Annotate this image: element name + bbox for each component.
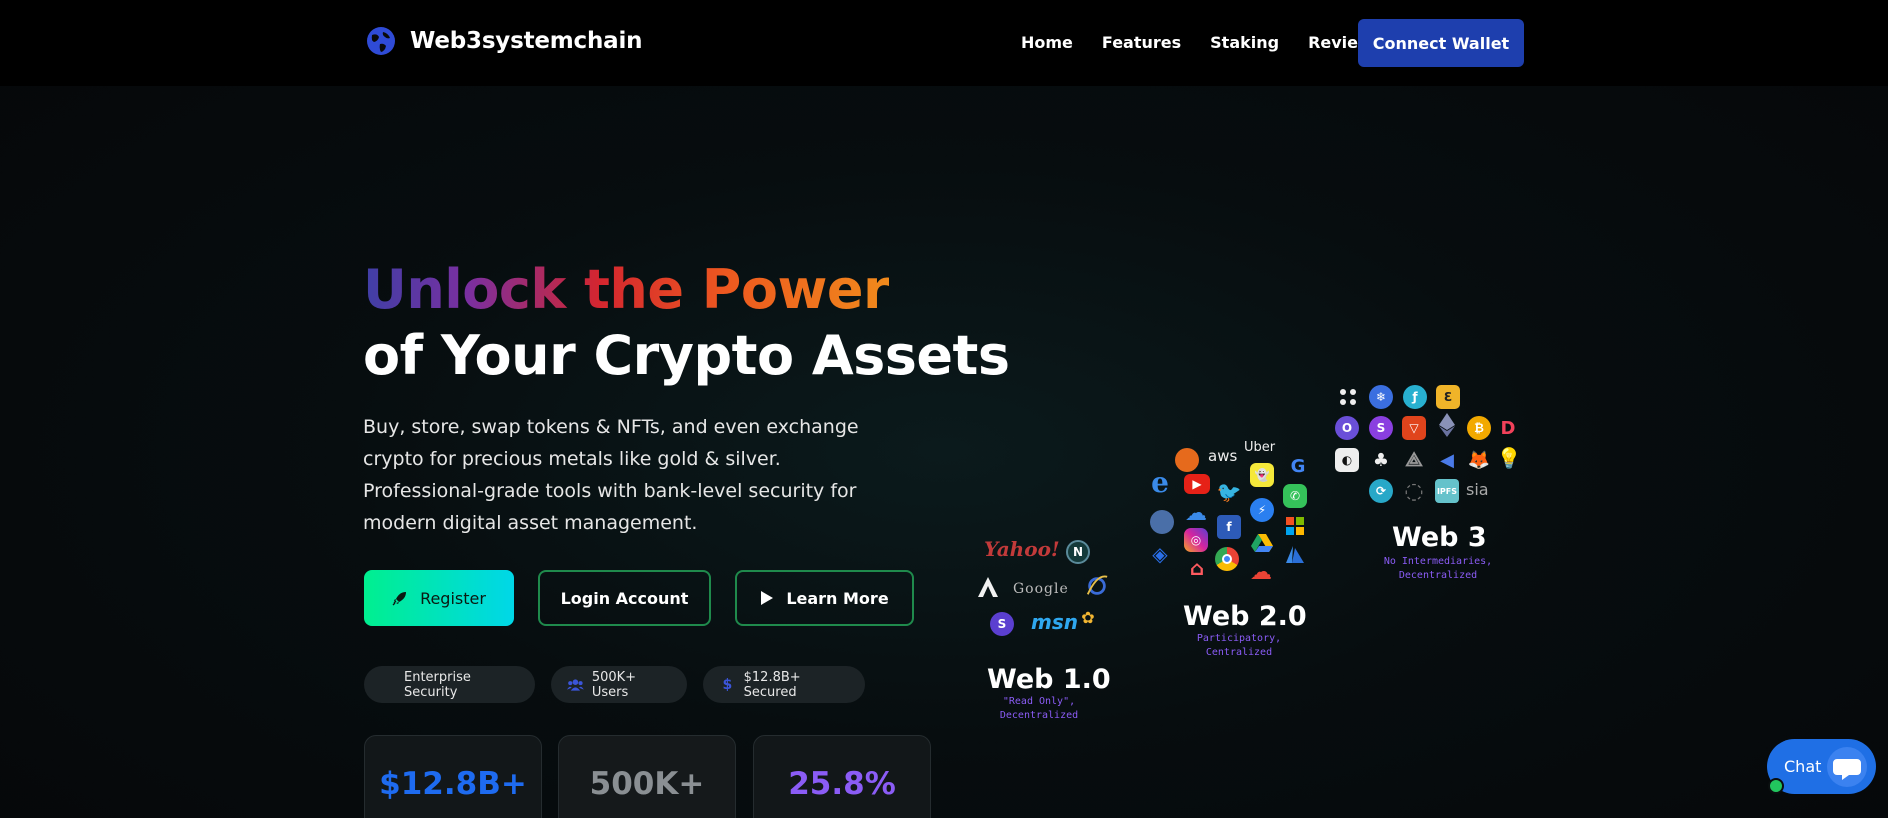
hero-title: of Your Crypto Assets	[363, 324, 1010, 387]
ipfs-icon: IPFS	[1435, 479, 1459, 503]
msn-butterfly-icon: ✿	[1081, 607, 1095, 627]
filecoin-icon: ƒ	[1403, 385, 1427, 409]
stat-card: 25.8%	[753, 735, 931, 818]
sia-logo: sia	[1466, 480, 1489, 499]
facebook-icon: f	[1217, 515, 1241, 539]
twitter-icon: 🐦	[1216, 480, 1242, 504]
nav-features[interactable]: Features	[1102, 33, 1181, 52]
icloud-icon: ☁	[1185, 500, 1207, 526]
connect-wallet-button[interactable]: Connect Wallet	[1358, 19, 1524, 67]
msn-logo: msn	[1031, 610, 1078, 634]
web2-subtitle: Participatory, Centralized	[1196, 633, 1282, 658]
solana-icon: S	[1369, 416, 1393, 440]
hero-description: Buy, store, swap tokens & NFTs, and even…	[363, 416, 859, 534]
badge-label: 500K+ Users	[591, 669, 637, 700]
eos-triangle-icon: ⟁	[1405, 447, 1423, 471]
panda-icon: ◐	[1335, 448, 1359, 472]
stat-card: 500K+	[558, 735, 736, 818]
web1-title: Web 1.0	[987, 664, 1111, 695]
metamask-icon: 🦊	[1467, 449, 1491, 471]
globe-icon	[367, 27, 395, 55]
firefox-icon	[1175, 448, 1199, 472]
chainlink-icon: ◌	[1404, 478, 1424, 504]
chat-bubble-icon	[1827, 747, 1867, 787]
google-logo: Google	[1013, 581, 1069, 597]
brave-icon: ▽	[1402, 416, 1426, 440]
dropbox-icon: ◈	[1152, 542, 1168, 566]
dlive-icon: D	[1500, 417, 1516, 439]
gcloud-icon: ☁	[1250, 559, 1272, 585]
rocket-icon	[392, 592, 407, 606]
youtube-icon: ▶	[1184, 474, 1210, 494]
web-evolution-illustration: Yahoo! N Google S msn ✿ Web 1.0 "Read On…	[960, 370, 1522, 740]
eos-icon: Ɛ	[1436, 385, 1460, 409]
ankr-icon: ♣	[1372, 449, 1390, 471]
lightbulb-icon: 💡	[1496, 446, 1522, 470]
web2-title: Web 2.0	[1183, 601, 1307, 632]
learn-more-label: Learn More	[786, 588, 889, 608]
instagram-icon: ◎	[1184, 528, 1208, 552]
ethereum-icon	[1435, 413, 1459, 437]
nav-staking[interactable]: Staking	[1210, 33, 1279, 52]
google-icon: G	[1290, 455, 1306, 477]
register-button[interactable]: Register	[364, 570, 514, 626]
dollar-icon: $	[722, 676, 733, 693]
aws-logo: aws	[1208, 447, 1238, 465]
polkadot-icon	[1336, 385, 1360, 409]
arweave-icon: ◀	[1440, 449, 1454, 471]
snapchat-icon: 👻	[1250, 463, 1274, 487]
web3-subtitle: No Intermediaries, Decentralized	[1383, 556, 1493, 581]
hero-title-gradient: Unlock the Power	[363, 258, 890, 321]
snowflake-icon: ❄	[1369, 385, 1393, 409]
stat-card: $12.8B+	[364, 735, 542, 818]
chat-label: Chat	[1784, 757, 1822, 776]
navbar: Web3systemchain Home Features Staking Re…	[0, 0, 1888, 86]
whatsapp-icon: ✆	[1283, 484, 1307, 508]
ie-icon	[1085, 574, 1109, 598]
altavista-icon	[976, 575, 1000, 599]
badge-secured: $ $12.8B+ Secured	[703, 666, 865, 703]
stat-value: 500K+	[589, 766, 705, 802]
badge-label: $12.8B+ Secured	[743, 669, 801, 700]
badge-label: Enterprise Security	[404, 669, 471, 700]
stat-value: 25.8%	[788, 766, 896, 802]
stat-value: $12.8B+	[379, 766, 527, 802]
play-icon	[761, 591, 774, 605]
register-label: Register	[420, 588, 486, 608]
brand[interactable]: Web3systemchain	[366, 26, 643, 56]
storj-icon: ⟳	[1369, 479, 1393, 503]
netscape-icon: N	[1066, 540, 1090, 564]
drive-icon	[1250, 531, 1274, 555]
web1-subtitle: "Read Only", Decentralized	[999, 696, 1079, 721]
bitcoin-icon: ₿	[1467, 416, 1491, 440]
web3-title: Web 3	[1392, 522, 1487, 553]
airbnb-icon: ⌂	[1189, 556, 1205, 580]
skype-icon: S	[990, 612, 1014, 636]
badge-enterprise-security: Enterprise Security	[364, 666, 535, 703]
brand-name: Web3systemchain	[410, 28, 643, 54]
learn-more-button[interactable]: Learn More	[735, 570, 914, 626]
login-label: Login Account	[560, 588, 689, 608]
ie-icon: e	[1151, 465, 1169, 499]
badge-users: 500K+ Users	[551, 666, 687, 703]
messenger-icon: ⚡	[1250, 498, 1274, 522]
login-account-button[interactable]: Login Account	[538, 570, 711, 626]
yahoo-logo: Yahoo!	[984, 537, 1060, 561]
nav-home[interactable]: Home	[1021, 33, 1073, 52]
microsoft-icon	[1283, 514, 1307, 538]
azure-icon	[1283, 543, 1307, 567]
uber-logo: Uber	[1244, 440, 1276, 455]
globe-icon	[1150, 510, 1174, 534]
online-status-dot	[1768, 778, 1784, 794]
users-icon	[567, 678, 584, 691]
nav-links: Home Features Staking Reviews	[1021, 33, 1411, 52]
orchid-icon: O	[1335, 416, 1359, 440]
chrome-icon	[1215, 547, 1239, 571]
